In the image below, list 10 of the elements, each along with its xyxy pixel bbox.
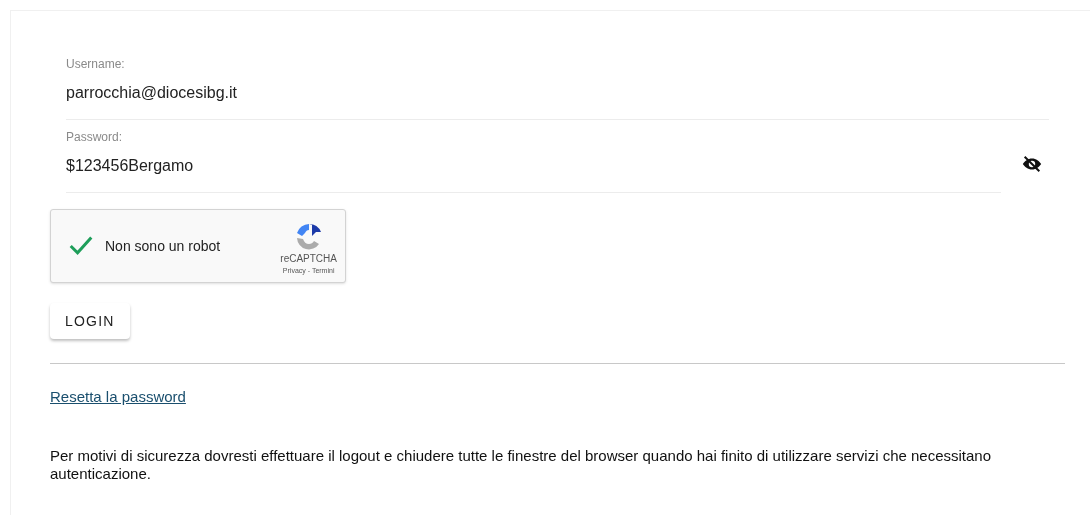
security-notice: Per motivi di sicurezza dovresti effettuare il logout e chiudere tutte le finestre del browser quando hai finito di utilizzare servizi che necessitano autenticazione. (50, 447, 993, 483)
reset-password-link[interactable]: Resetta la password (50, 386, 186, 409)
username-field[interactable]: parrocchia@diocesibg.it (66, 81, 1049, 105)
password-field[interactable]: $123456Bergamo (66, 154, 1001, 178)
recaptcha-brand: reCAPTCHA (280, 253, 337, 265)
field-label: Username: (66, 56, 126, 73)
eye-slash-icon[interactable] (1021, 153, 1043, 175)
captcha-label: Non sono un robot (105, 236, 222, 256)
login-button[interactable]: LOGIN (50, 303, 130, 339)
field-label: Password: (66, 129, 124, 146)
